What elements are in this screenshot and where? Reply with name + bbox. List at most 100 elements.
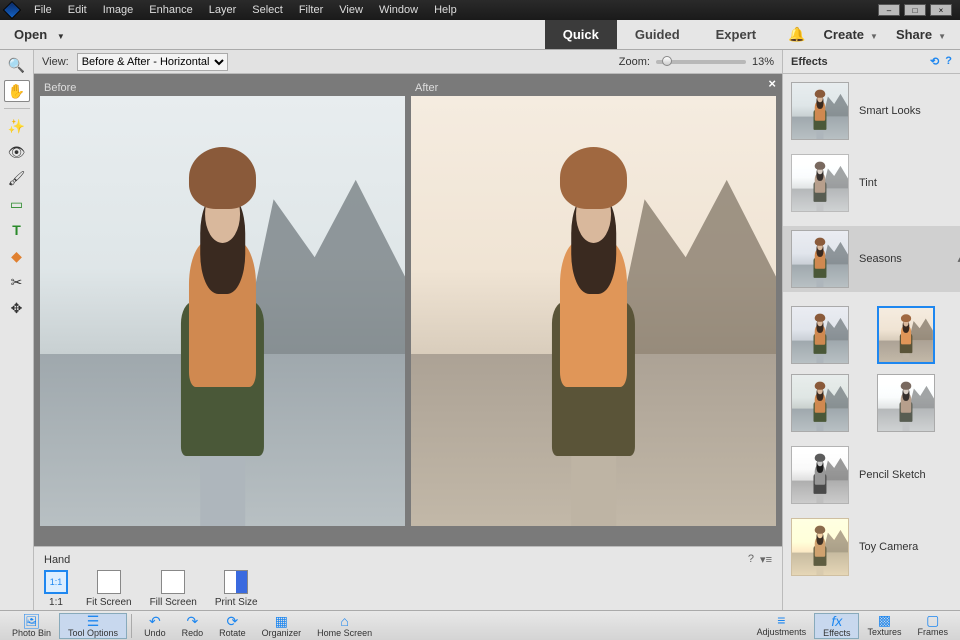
seasons-variant-4[interactable] bbox=[877, 374, 935, 432]
frames-icon: ▢ bbox=[926, 613, 939, 627]
hand-tool[interactable]: ✋ bbox=[4, 80, 30, 102]
eye-tool[interactable]: 👁 bbox=[4, 141, 30, 163]
after-label: After bbox=[411, 80, 776, 96]
menu-window[interactable]: Window bbox=[371, 4, 426, 16]
effect-pencil-sketch[interactable]: Pencil Sketch bbox=[791, 446, 952, 504]
menu-layer[interactable]: Layer bbox=[201, 4, 245, 16]
seasons-variant-1[interactable] bbox=[791, 306, 849, 364]
photo-bin-button[interactable]: 🖼Photo Bin bbox=[4, 614, 59, 638]
organizer-icon: ▦ bbox=[275, 614, 288, 628]
spot-heal-tool[interactable]: ◆ bbox=[4, 245, 30, 267]
seasons-variant-2[interactable] bbox=[877, 306, 935, 364]
effect-smart-looks[interactable]: Smart Looks bbox=[791, 82, 952, 140]
textures-icon: ▩ bbox=[878, 613, 891, 627]
menu-image[interactable]: Image bbox=[95, 4, 142, 16]
menubar: File Edit Image Enhance Layer Select Fil… bbox=[0, 0, 960, 20]
menu-help[interactable]: Help bbox=[426, 4, 465, 16]
panel-help-icon[interactable]: ? bbox=[945, 55, 952, 68]
view-label: View: bbox=[42, 56, 69, 68]
effects-panel: Effects ⟲ ? Smart Looks Tint Seasons ▴ bbox=[782, 50, 960, 610]
fill-screen-button[interactable]: Fill Screen bbox=[150, 570, 197, 608]
menu-select[interactable]: Select bbox=[244, 4, 291, 16]
tool-options-panel: Hand ? ▾≡ 1:1 1:1 Fit Screen Fill Screen bbox=[34, 546, 782, 610]
tab-expert[interactable]: Expert bbox=[698, 20, 774, 49]
mode-tabs: Quick Guided Expert bbox=[545, 20, 774, 49]
close-document-button[interactable]: × bbox=[768, 76, 776, 91]
effects-icon: fx bbox=[831, 614, 842, 628]
options-menu-icon[interactable]: ▾≡ bbox=[760, 553, 772, 566]
topbar: Open ▼ Quick Guided Expert 🔔 Create▼ Sha… bbox=[0, 20, 960, 50]
menu-file[interactable]: File bbox=[26, 4, 60, 16]
menu-edit[interactable]: Edit bbox=[60, 4, 95, 16]
fit-screen-button[interactable]: Fit Screen bbox=[86, 570, 132, 608]
window-controls: – □ × bbox=[878, 4, 956, 16]
tool-options-title: Hand bbox=[44, 554, 70, 566]
textures-tab[interactable]: ▩Textures bbox=[859, 613, 909, 639]
effects-tab[interactable]: fxEffects bbox=[814, 613, 859, 639]
open-button[interactable]: Open ▼ bbox=[0, 23, 79, 46]
left-toolbox: 🔍 ✋ ✨ 👁 🖌 ▭ T ◆ ✂ ✥ bbox=[0, 50, 34, 610]
dropdown-icon: ▼ bbox=[938, 32, 946, 41]
type-tool[interactable]: T bbox=[4, 219, 30, 241]
effect-tint[interactable]: Tint bbox=[791, 154, 952, 212]
open-label: Open bbox=[14, 27, 47, 42]
organizer-button[interactable]: ▦Organizer bbox=[254, 614, 310, 638]
zoom-slider-thumb[interactable] bbox=[662, 56, 672, 66]
help-icon[interactable]: ? bbox=[748, 553, 754, 566]
menu-enhance[interactable]: Enhance bbox=[141, 4, 200, 16]
maximize-button[interactable]: □ bbox=[904, 4, 926, 16]
rotate-icon: ⟳ bbox=[226, 614, 238, 628]
move-tool[interactable]: ✥ bbox=[4, 297, 30, 319]
after-image[interactable] bbox=[411, 96, 776, 526]
crop-tool[interactable]: ✂ bbox=[4, 271, 30, 293]
effects-panel-title: Effects bbox=[791, 56, 828, 68]
redo-button[interactable]: ↷Redo bbox=[174, 614, 212, 638]
minimize-button[interactable]: – bbox=[878, 4, 900, 16]
create-button[interactable]: Create▼ bbox=[824, 27, 878, 42]
view-mode-select[interactable]: Before & After - Horizontal bbox=[77, 53, 228, 71]
adjustments-tab[interactable]: ≡Adjustments bbox=[749, 613, 815, 639]
zoom-1to1-button[interactable]: 1:1 1:1 bbox=[44, 570, 68, 608]
rotate-button[interactable]: ⟳Rotate bbox=[211, 614, 254, 638]
home-screen-button[interactable]: ⌂Home Screen bbox=[309, 614, 380, 638]
divider bbox=[131, 614, 132, 638]
adjustments-icon: ≡ bbox=[777, 613, 785, 627]
seasons-variant-3[interactable] bbox=[791, 374, 849, 432]
redo-icon: ↷ bbox=[186, 614, 198, 628]
undo-icon: ↶ bbox=[149, 614, 161, 628]
zoom-slider[interactable] bbox=[656, 60, 746, 64]
tool-options-button[interactable]: ☰Tool Options bbox=[59, 613, 127, 639]
tab-quick[interactable]: Quick bbox=[545, 20, 617, 49]
tool-options-icon: ☰ bbox=[87, 614, 100, 628]
before-image[interactable] bbox=[40, 96, 405, 526]
zoom-tool[interactable]: 🔍 bbox=[4, 54, 30, 76]
canvas-area: × Before After bbox=[34, 74, 782, 546]
straighten-tool[interactable]: ▭ bbox=[4, 193, 30, 215]
zoom-label: Zoom: bbox=[619, 56, 650, 68]
reset-effects-icon[interactable]: ⟲ bbox=[930, 55, 939, 68]
dropdown-icon: ▼ bbox=[870, 32, 878, 41]
menu-filter[interactable]: Filter bbox=[291, 4, 331, 16]
share-button[interactable]: Share▼ bbox=[896, 27, 946, 42]
zoom-value: 13% bbox=[752, 56, 774, 68]
effect-toy-camera[interactable]: Toy Camera bbox=[791, 518, 952, 576]
before-label: Before bbox=[40, 80, 405, 96]
quick-select-tool[interactable]: ✨ bbox=[4, 115, 30, 137]
dropdown-icon: ▼ bbox=[57, 32, 65, 41]
photo-bin-icon: 🖼 bbox=[23, 614, 41, 628]
close-button[interactable]: × bbox=[930, 4, 952, 16]
tab-guided[interactable]: Guided bbox=[617, 20, 698, 49]
whiten-teeth-tool[interactable]: 🖌 bbox=[4, 167, 30, 189]
effect-seasons[interactable]: Seasons ▴ bbox=[783, 226, 960, 292]
menu-view[interactable]: View bbox=[331, 4, 371, 16]
notification-bell-icon[interactable]: 🔔 bbox=[788, 26, 805, 43]
separator bbox=[4, 108, 30, 109]
seasons-variants bbox=[791, 306, 952, 432]
app-logo-icon bbox=[3, 1, 21, 19]
home-icon: ⌂ bbox=[340, 614, 348, 628]
print-size-button[interactable]: Print Size bbox=[215, 570, 258, 608]
frames-tab[interactable]: ▢Frames bbox=[909, 613, 956, 639]
view-bar: View: Before & After - Horizontal Zoom: … bbox=[34, 50, 782, 74]
undo-button[interactable]: ↶Undo bbox=[136, 614, 174, 638]
bottom-bar: 🖼Photo Bin ☰Tool Options ↶Undo ↷Redo ⟳Ro… bbox=[0, 610, 960, 640]
